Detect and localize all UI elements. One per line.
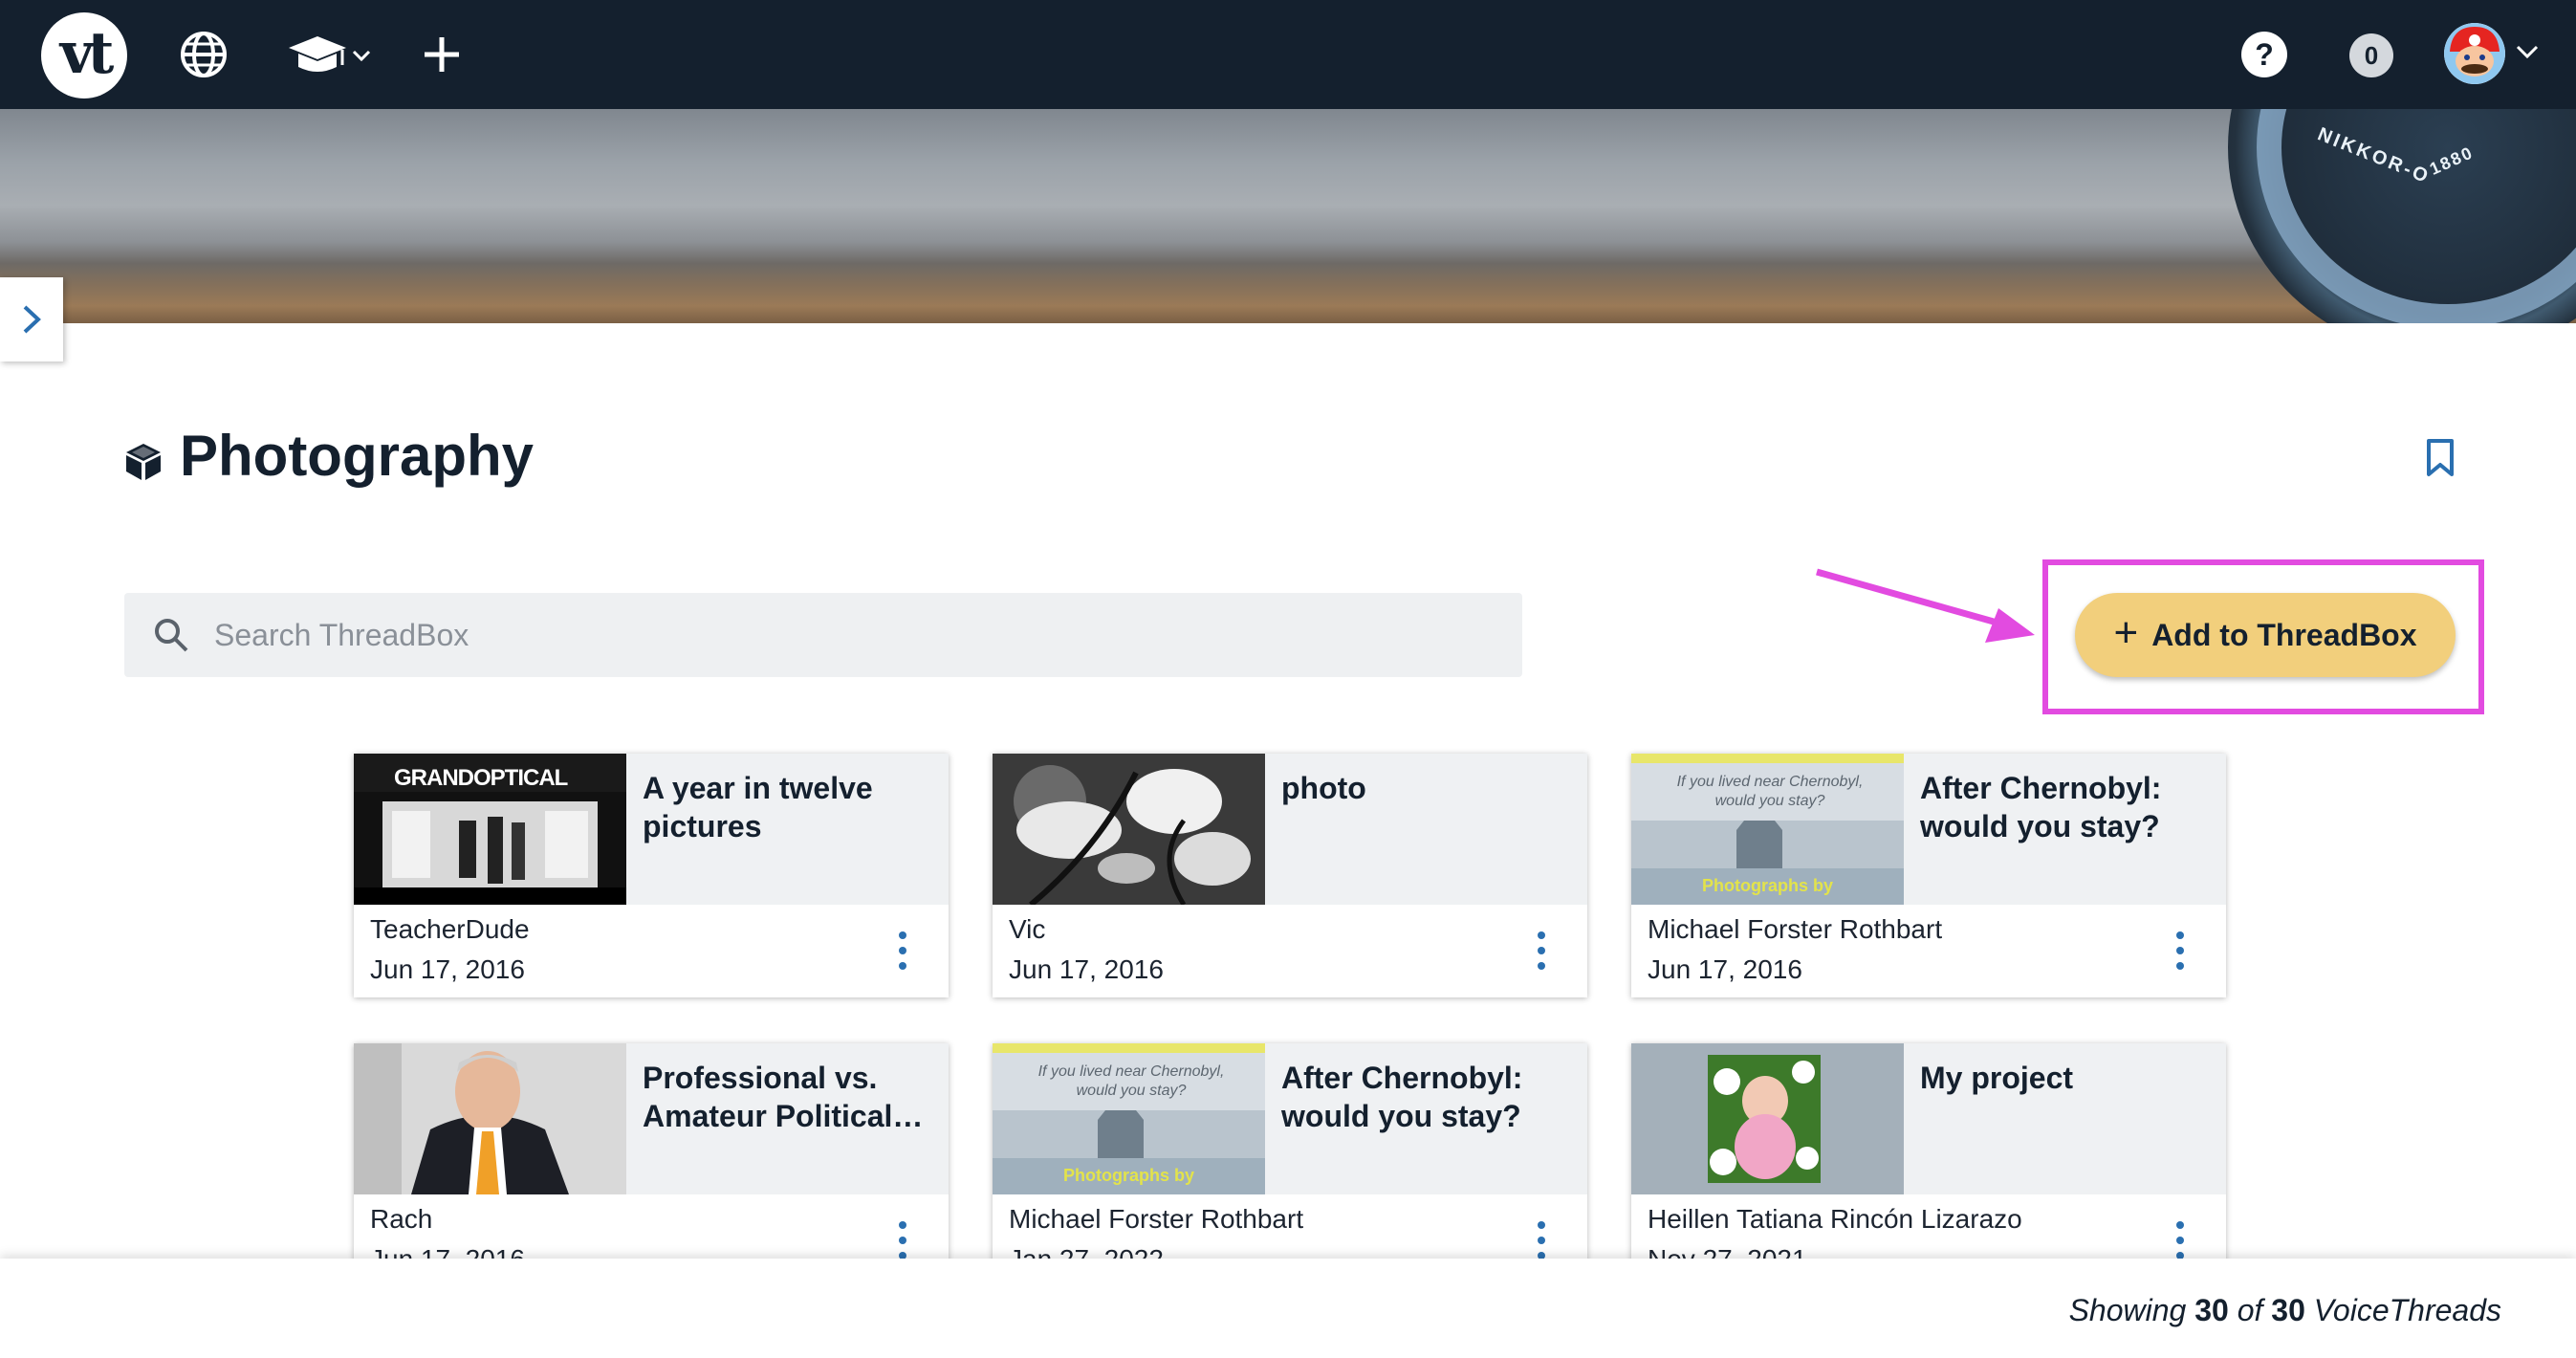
top-nav: vt ? 0 <box>0 0 2576 109</box>
sidebar-toggle-button[interactable] <box>0 277 63 361</box>
results-shown: 30 <box>2194 1293 2229 1327</box>
more-options-icon[interactable] <box>897 931 908 970</box>
header-banner: NIKKOR-O 1880 <box>0 109 2576 323</box>
chevron-right-icon <box>23 305 41 334</box>
voicethread-card[interactable]: GRANDOPTICAL A year in twelve pictures T… <box>354 754 949 997</box>
search-bar[interactable] <box>124 593 1522 677</box>
results-count: Showing 30 of 30 VoiceThreads <box>2069 1293 2501 1328</box>
search-input[interactable] <box>212 616 1455 654</box>
card-author: Heillen Tatiana Rincón Lizarazo <box>1648 1204 2022 1234</box>
graduation-cap-icon <box>289 36 371 72</box>
card-title[interactable]: photo <box>1281 769 1568 807</box>
more-options-icon[interactable] <box>2174 1221 2186 1259</box>
card-date: Jun 17, 2016 <box>1648 954 1802 984</box>
voicethread-card[interactable]: photo Vic Jun 17, 2016 <box>993 754 1587 997</box>
thumb-caption: If you lived near Chernobyl, would you s… <box>1676 774 1864 809</box>
box-icon <box>126 443 161 480</box>
thumb-footer: Photographs by <box>1062 1166 1194 1185</box>
add-to-threadbox-button[interactable]: + Add to ThreadBox <box>2075 593 2456 677</box>
results-total: 30 <box>2271 1293 2305 1327</box>
thumb-footer: Photographs by <box>1701 876 1833 895</box>
add-button-label: Add to ThreadBox <box>2151 617 2417 652</box>
notification-badge[interactable]: 0 <box>2349 33 2393 77</box>
more-options-icon[interactable] <box>1536 1221 1547 1259</box>
globe-icon[interactable] <box>178 27 229 82</box>
annotation-arrow <box>1816 568 2035 643</box>
card-thumbnail[interactable]: GRANDOPTICAL <box>354 754 626 905</box>
page-title: Photography <box>180 424 534 488</box>
card-thumbnail[interactable] <box>993 754 1265 905</box>
more-options-icon[interactable] <box>897 1221 908 1259</box>
more-options-icon[interactable] <box>2174 931 2186 970</box>
help-button[interactable]: ? <box>2241 32 2287 77</box>
courses-menu[interactable] <box>285 27 377 82</box>
card-title[interactable]: After Chernobyl: would you stay? <box>1920 769 2207 845</box>
thumb-caption: If you lived near Chernobyl, would you s… <box>1037 1063 1225 1099</box>
page-heading: Photography <box>122 423 534 489</box>
voicethread-card[interactable]: If you lived near Chernobyl, would you s… <box>993 1043 1587 1287</box>
plus-icon: + <box>2113 609 2139 656</box>
results-prefix: Showing <box>2068 1293 2187 1327</box>
user-avatar[interactable] <box>2444 23 2505 84</box>
card-title[interactable]: My project <box>1920 1059 2207 1097</box>
card-author: Michael Forster Rothbart <box>1648 914 1943 944</box>
chevron-down-icon[interactable] <box>2515 42 2540 66</box>
voicethread-card[interactable]: My project Heillen Tatiana Rincón Lizara… <box>1631 1043 2226 1287</box>
card-author: Vic <box>1009 914 1046 944</box>
voicethread-card[interactable]: Professional vs. Amateur Political… Rach… <box>354 1043 949 1287</box>
card-date: Jun 17, 2016 <box>1009 954 1164 984</box>
card-author: Rach <box>370 1204 433 1234</box>
results-footer: Showing 30 of 30 VoiceThreads <box>0 1259 2576 1358</box>
results-of: of <box>2237 1293 2263 1327</box>
card-thumbnail[interactable] <box>354 1043 626 1194</box>
results-suffix: VoiceThreads <box>2313 1293 2501 1327</box>
card-thumbnail[interactable] <box>1631 1043 1904 1194</box>
voicethread-logo[interactable]: vt <box>41 12 127 99</box>
create-plus-icon[interactable] <box>421 27 463 82</box>
search-icon <box>155 619 188 652</box>
card-thumbnail[interactable]: If you lived near Chernobyl, would you s… <box>1631 754 1904 905</box>
card-author: TeacherDude <box>370 914 530 944</box>
card-thumbnail[interactable]: If you lived near Chernobyl, would you s… <box>993 1043 1265 1194</box>
card-title[interactable]: After Chernobyl: would you stay? <box>1281 1059 1568 1135</box>
voicethread-card[interactable]: If you lived near Chernobyl, would you s… <box>1631 754 2226 997</box>
card-title[interactable]: A year in twelve pictures <box>643 769 929 845</box>
thumb-text: GRANDOPTICAL <box>394 765 568 791</box>
logo-text: vt <box>59 20 115 87</box>
bookmark-icon[interactable] <box>2425 438 2456 483</box>
card-title[interactable]: Professional vs. Amateur Political… <box>643 1059 929 1135</box>
card-date: Jun 17, 2016 <box>370 954 525 984</box>
more-options-icon[interactable] <box>1536 931 1547 970</box>
card-author: Michael Forster Rothbart <box>1009 1204 1304 1234</box>
